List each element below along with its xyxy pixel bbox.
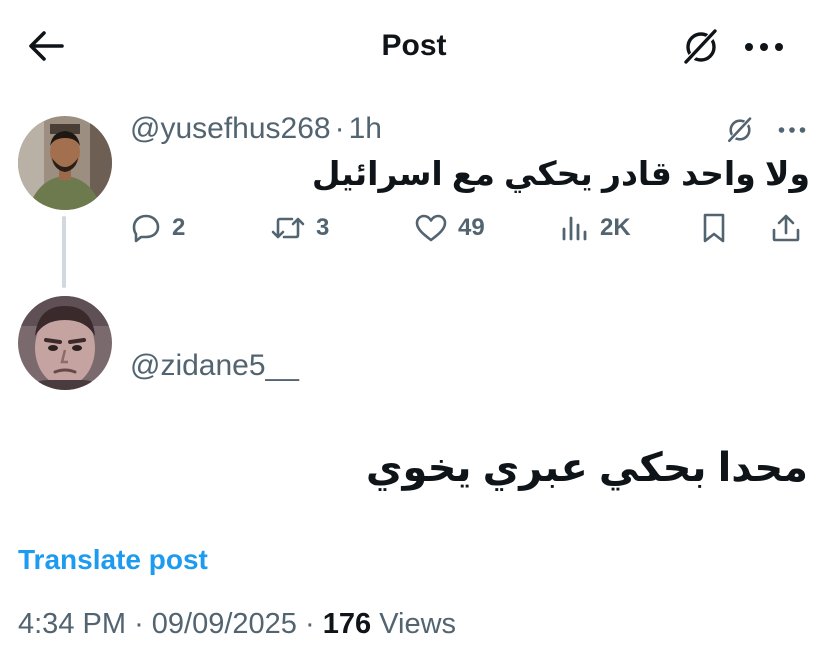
avatar[interactable] bbox=[18, 296, 112, 390]
thread-line bbox=[62, 216, 66, 288]
views-count: 2K bbox=[600, 214, 631, 241]
share-icon bbox=[772, 214, 800, 242]
post-grok-button[interactable] bbox=[720, 110, 760, 150]
grok-button[interactable] bbox=[678, 24, 724, 70]
separator: · bbox=[134, 608, 144, 640]
author-handle[interactable]: @yusefhus268 bbox=[130, 112, 331, 145]
translate-post-link[interactable]: Translate post bbox=[18, 540, 208, 580]
bookmark-button[interactable] bbox=[700, 206, 728, 250]
repost-icon bbox=[271, 217, 305, 239]
like-button[interactable]: 49 bbox=[414, 206, 485, 250]
like-count: 49 bbox=[458, 214, 485, 241]
grok-icon bbox=[727, 116, 753, 144]
reply-author-handle[interactable]: @zidane5__ bbox=[130, 346, 299, 386]
post-author-handle[interactable]: @yusefhus268 · 1h bbox=[130, 110, 382, 148]
repost-count: 3 bbox=[316, 214, 330, 241]
more-horizontal-icon bbox=[745, 43, 783, 51]
reply-count: 2 bbox=[172, 214, 186, 241]
views-count: 176 bbox=[322, 608, 372, 640]
separator: · bbox=[305, 608, 315, 640]
post-more-button[interactable] bbox=[772, 110, 812, 150]
grok-icon bbox=[683, 28, 719, 66]
back-button[interactable] bbox=[22, 26, 70, 66]
more-options-button[interactable] bbox=[738, 24, 790, 70]
views-icon bbox=[562, 216, 587, 241]
share-button[interactable] bbox=[770, 206, 802, 250]
arrow-left-icon bbox=[29, 31, 64, 61]
reply-button[interactable]: 2 bbox=[130, 206, 185, 250]
post-time[interactable]: 4:34 PM bbox=[18, 608, 126, 640]
reply-text: محدا بحكي عبري يخوي bbox=[365, 446, 808, 490]
repost-button[interactable]: 3 bbox=[270, 206, 329, 250]
post-text: ولا واحد قادر يحكي مع اسرائيل bbox=[311, 155, 810, 192]
avatar[interactable] bbox=[18, 116, 112, 210]
views-button[interactable]: 2K bbox=[560, 206, 631, 250]
separator: · bbox=[334, 112, 345, 145]
reply-icon bbox=[132, 214, 160, 243]
post-meta: 4:34 PM · 09/09/2025 · 176 Views bbox=[18, 604, 456, 644]
views-label: Views bbox=[379, 608, 457, 640]
heart-icon bbox=[415, 214, 447, 242]
post-time[interactable]: 1h bbox=[349, 112, 382, 145]
bookmark-icon bbox=[703, 213, 725, 243]
more-horizontal-icon bbox=[778, 127, 806, 133]
post-date[interactable]: 09/09/2025 bbox=[152, 608, 297, 640]
